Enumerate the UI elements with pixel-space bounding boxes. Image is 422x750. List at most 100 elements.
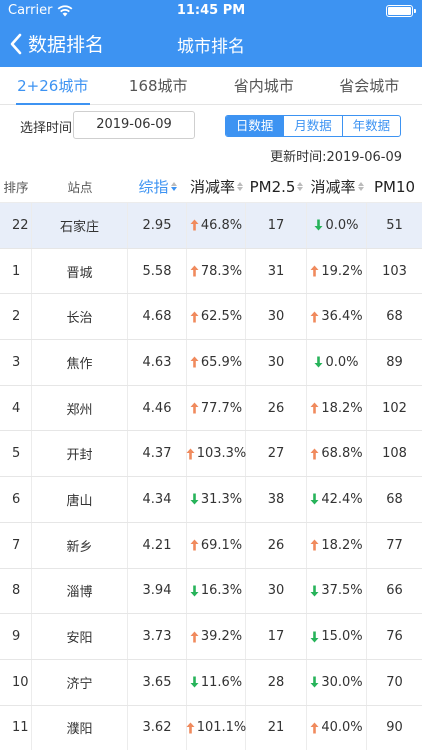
table-row[interactable]: 2 长治 4.68 62.5% 30 36.4% 68	[0, 294, 422, 341]
cell-station: 开封	[32, 431, 128, 477]
cell-station: 石家庄	[32, 203, 128, 248]
header-pm25-sort[interactable]: PM2.5	[246, 171, 307, 203]
cell-station: 新乡	[32, 522, 128, 568]
cell-pm25: 31	[246, 248, 307, 294]
cell-rate1-value: 16.3%	[200, 583, 243, 599]
cell-pm10: 89	[386, 354, 403, 370]
cell-rank: 2	[0, 294, 32, 340]
arrow-down-icon	[190, 676, 199, 688]
arrow-up-icon	[310, 539, 319, 551]
tab-province-cities[interactable]: 省内城市	[211, 67, 317, 104]
cell-rate2-value: 37.5%	[321, 583, 363, 599]
date-picker[interactable]: 2019-06-09	[73, 111, 195, 139]
cell-rate2: 36.4%	[307, 294, 367, 340]
cell-rate2-value: 42.4%	[321, 491, 363, 507]
cell-station: 晋城	[32, 248, 128, 294]
arrow-up-icon	[190, 219, 199, 231]
table-row[interactable]: 5 开封 4.37 103.3% 27 68.8% 108	[0, 431, 422, 478]
cell-rate1-value: 78.3%	[200, 263, 243, 279]
arrow-down-icon	[310, 493, 319, 505]
cell-pm25: 30	[246, 340, 307, 385]
table-row[interactable]: 10 济宁 3.65 11.6% 28 30.0% 70	[0, 659, 422, 706]
table-row[interactable]: 6 唐山 4.34 31.3% 38 42.4% 68	[0, 477, 422, 523]
cell-rate2: 0.0%	[307, 203, 367, 248]
cell-rate2-value: 30.0%	[321, 674, 363, 690]
cell-index: 3.73	[128, 614, 187, 659]
cell-rate1: 78.3%	[187, 248, 246, 294]
cell-pm25: 28	[246, 659, 307, 705]
header-pm25-label: PM2.5	[249, 177, 296, 196]
tab-2-26-cities[interactable]: 2+26城市	[0, 67, 106, 105]
cell-rate1: 65.9%	[187, 340, 246, 385]
cell-rate1-value: 65.9%	[200, 354, 243, 370]
cell-index: 3.65	[128, 659, 187, 705]
table-row[interactable]: 1 晋城 5.58 78.3% 31 19.2% 103	[0, 248, 422, 295]
cell-rate1-value: 103.3%	[196, 446, 247, 462]
arrow-up-icon	[186, 722, 195, 734]
cell-rate1: 16.3%	[187, 568, 246, 614]
cell-pm10: 68	[386, 309, 403, 325]
cell-rate2: 19.2%	[307, 248, 367, 294]
arrow-up-icon	[310, 722, 319, 734]
tab-capital-cities[interactable]: 省会城市	[317, 67, 422, 104]
arrow-up-icon	[310, 448, 319, 460]
header-pm10-sort[interactable]: PM10	[367, 171, 422, 203]
header-rate2-label: 消减率	[310, 178, 356, 196]
header-index-sort[interactable]: 综指	[128, 171, 187, 203]
cell-pm10: 76	[386, 629, 403, 645]
cell-pm10: 102	[382, 400, 407, 416]
table-row[interactable]: 22 石家庄 2.95 46.8% 17 0.0% 51	[0, 203, 422, 249]
cell-rank: 3	[0, 340, 32, 385]
cell-index: 3.62	[128, 705, 187, 750]
cell-index: 5.58	[128, 248, 187, 294]
cell-pm10: 68	[386, 491, 403, 507]
cell-pm25: 30	[246, 294, 307, 340]
header-rate1-sort[interactable]: 消减率	[187, 171, 246, 203]
period-segmented-control: 日数据 月数据 年数据	[225, 115, 401, 137]
cell-rank: 7	[0, 522, 32, 568]
sort-icon	[357, 182, 364, 191]
cell-rate2-value: 15.0%	[321, 629, 363, 645]
cell-station: 焦作	[32, 340, 128, 385]
cell-station: 安阳	[32, 614, 128, 659]
arrow-down-icon	[314, 219, 323, 231]
table-row[interactable]: 8 淄博 3.94 16.3% 30 37.5% 66	[0, 568, 422, 615]
cell-rate1: 46.8%	[187, 203, 246, 248]
sort-icon	[297, 182, 304, 191]
table-row[interactable]: 4 郑州 4.46 77.7% 26 18.2% 102	[0, 385, 422, 432]
cell-rank: 1	[0, 248, 32, 294]
cell-rank: 10	[0, 659, 32, 705]
table-row[interactable]: 7 新乡 4.21 69.1% 26 18.2% 77	[0, 522, 422, 569]
ranking-table: 22 石家庄 2.95 46.8% 17 0.0% 51 1 晋城 5.58 78.3% 31 19.2…	[0, 203, 422, 750]
segment-yearly[interactable]: 年数据	[341, 116, 400, 136]
arrow-down-icon	[190, 493, 199, 505]
arrow-up-icon	[190, 265, 199, 277]
arrow-down-icon	[314, 356, 323, 368]
cell-rank: 5	[0, 431, 32, 477]
cell-rate2: 15.0%	[307, 614, 367, 659]
cell-rate2-value: 68.8%	[321, 446, 363, 462]
cell-rate2: 68.8%	[307, 431, 367, 477]
nav-bar: 数据排名 城市排名	[0, 24, 422, 64]
header-pm10-label: PM10	[373, 177, 416, 196]
cell-index: 4.63	[128, 340, 187, 385]
cell-rate2: 30.0%	[307, 659, 367, 705]
segment-monthly[interactable]: 月数据	[283, 116, 341, 136]
status-bar: Carrier 11:45 PM	[0, 0, 422, 22]
table-row[interactable]: 11 濮阳 3.62 101.1% 21 40.0% 90	[0, 705, 422, 750]
cell-rate2: 40.0%	[307, 705, 367, 750]
segment-daily[interactable]: 日数据	[226, 116, 284, 136]
cell-rate1-value: 46.8%	[200, 217, 243, 233]
table-row[interactable]: 3 焦作 4.63 65.9% 30 0.0% 89	[0, 340, 422, 386]
sort-icon	[237, 182, 243, 191]
cell-rate2: 42.4%	[307, 477, 367, 522]
header-rate2-sort[interactable]: 消减率	[307, 171, 367, 203]
arrow-up-icon	[190, 539, 199, 551]
table-row[interactable]: 9 安阳 3.73 39.2% 17 15.0% 76	[0, 614, 422, 660]
cell-pm25: 27	[246, 431, 307, 477]
arrow-down-icon	[310, 676, 319, 688]
tab-168-cities[interactable]: 168城市	[106, 67, 212, 104]
date-label: 选择时间:	[20, 121, 77, 136]
cell-rate1-value: 69.1%	[200, 537, 243, 553]
cell-rate1: 39.2%	[187, 614, 246, 659]
